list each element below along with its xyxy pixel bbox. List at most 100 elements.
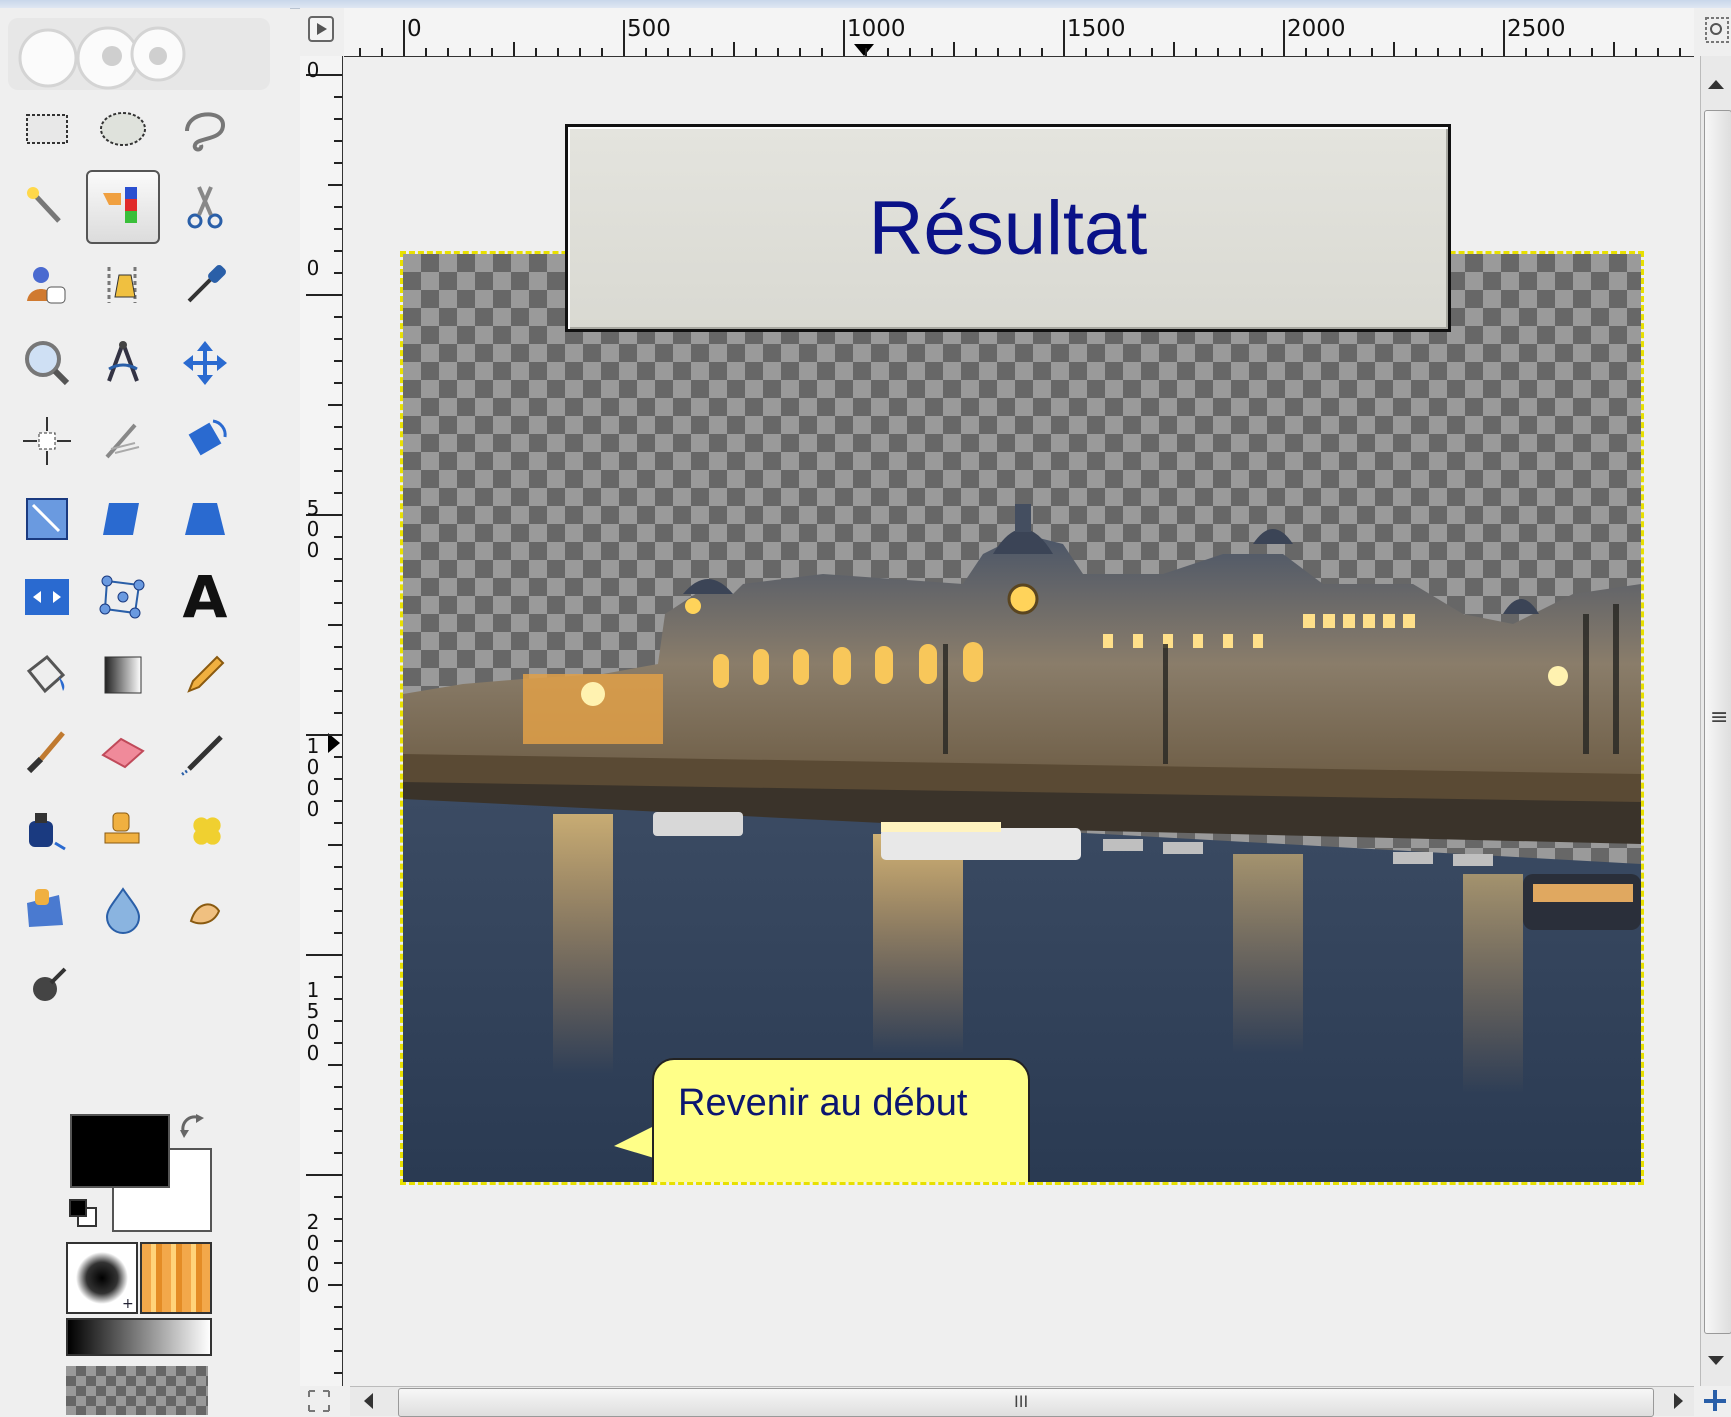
ruler-label: 2500 [1507,16,1566,42]
ruler-tick [1019,48,1021,56]
ruler-tick [1591,48,1593,56]
smudge-tool-button[interactable] [168,872,242,946]
ruler-tick [557,48,559,56]
eraser-tool-button[interactable] [86,716,160,790]
flip-tool-button[interactable] [10,560,84,634]
text-tool-button[interactable]: A [168,560,242,634]
color-picker-tool-button[interactable] [168,248,242,322]
heal-icon [193,817,221,845]
ruler-tick [755,48,757,56]
foreground-color-swatch-top[interactable] [70,1114,170,1188]
paintbrush-tool-button[interactable] [10,716,84,790]
clone-tool-button[interactable] [86,794,160,868]
ruler-tick [334,1328,342,1330]
ruler-tick [334,1042,342,1044]
ruler-tick [1195,48,1197,56]
ruler-tick [909,48,911,56]
ruler-tick [1129,48,1131,56]
measure-tool-button[interactable] [86,326,160,400]
scroll-up-arrow-icon[interactable] [1708,80,1724,89]
free-select-tool-button[interactable] [168,92,242,166]
ruler-label: 1500 [306,978,320,1065]
navigate-icon[interactable] [1700,1386,1731,1415]
brush-preview[interactable]: + [66,1242,138,1314]
resultat-button[interactable]: Résultat [565,124,1451,332]
move-tool-button[interactable] [168,326,242,400]
ruler-tick [381,48,383,56]
default-colors-icon[interactable] [66,1196,100,1230]
ruler-label: 2000 [306,1210,320,1297]
ruler-label: 0 [407,16,422,42]
ink-tool-button[interactable] [10,794,84,868]
shear-tool-button[interactable] [86,482,160,556]
ruler-tick [334,1086,342,1088]
perspective-clone-tool-button[interactable] [10,872,84,946]
dodge-burn-tool-button[interactable] [10,950,84,1024]
revenir-au-debut-callout[interactable]: Revenir au début [650,1058,1032,1182]
ruler-tick [334,602,342,604]
foreground-select-tool-button[interactable] [10,248,84,322]
scroll-down-arrow-icon[interactable] [1708,1356,1724,1365]
ruler-tick [334,976,342,978]
select-by-color-icon [103,187,137,223]
scale-tool-button[interactable] [10,482,84,556]
rect-select-tool-button[interactable] [10,92,84,166]
perspective-tool-button[interactable] [168,482,242,556]
perspective-icon [185,503,225,535]
ellipse-select-tool-button[interactable] [86,92,160,166]
horizontal-ruler[interactable]: 0 500 1000 1500 2000 2500 [344,8,1694,57]
color-picker-icon [187,265,226,303]
fuzzy-select-tool-button[interactable] [10,170,84,244]
ruler-label: 1500 [1067,16,1126,42]
ruler-label: 0 [306,58,320,82]
bucket-fill-tool-button[interactable] [10,638,84,712]
pattern-preview[interactable] [140,1242,212,1314]
ruler-label: 1000 [847,16,906,42]
rotate-tool-button[interactable] [168,404,242,478]
crop-tool-button[interactable] [86,404,160,478]
paths-tool-button[interactable] [86,248,160,322]
image-preview[interactable] [66,1366,208,1415]
ruler-tick [334,668,342,670]
zoom-fit-icon[interactable] [306,1388,332,1414]
swap-colors-icon[interactable] [176,1110,212,1146]
heal-tool-button[interactable] [168,794,242,868]
image-canvas[interactable] [400,251,1644,1185]
scroll-left-arrow-icon[interactable] [364,1393,373,1409]
ruler-tick [601,48,603,56]
zoom-toggle-icon[interactable] [1704,16,1730,44]
ruler-tick [1349,48,1351,56]
eraser-icon [101,737,145,769]
move-icon [183,341,227,385]
ruler-tick [425,48,427,56]
ruler-tick [334,690,342,692]
ruler-tick [334,470,342,472]
quick-mask-button[interactable] [308,16,334,42]
ruler-tick [1371,48,1373,56]
callout-tail [614,1126,654,1158]
vertical-ruler[interactable]: 0 0 500 1000 1500 2000 [300,56,343,1386]
align-tool-button[interactable] [10,404,84,478]
gradient-preview[interactable] [66,1318,212,1356]
ruler-tick [1679,48,1681,56]
ruler-tick [1547,48,1549,56]
ruler-tick [711,48,713,56]
ruler-tick [667,48,669,56]
blur-sharpen-tool-button[interactable] [86,872,160,946]
ruler-tick [491,48,493,56]
pencil-tool-button[interactable] [168,638,242,712]
blend-tool-button[interactable] [86,638,160,712]
ruler-tick [334,250,342,252]
scroll-right-arrow-icon[interactable] [1674,1393,1683,1409]
ruler-tick [334,888,342,890]
ruler-label: 0 [306,256,320,280]
scissors-select-icon [187,186,223,229]
cage-transform-tool-button[interactable] [86,560,160,634]
select-by-color-tool-button[interactable] [86,170,160,244]
airbrush-tool-button[interactable] [168,716,242,790]
ruler-tick [334,1196,342,1198]
ruler-tick [513,42,515,56]
zoom-tool-button[interactable] [10,326,84,400]
scissors-select-tool-button[interactable] [168,170,242,244]
ruler-tick [931,48,933,56]
